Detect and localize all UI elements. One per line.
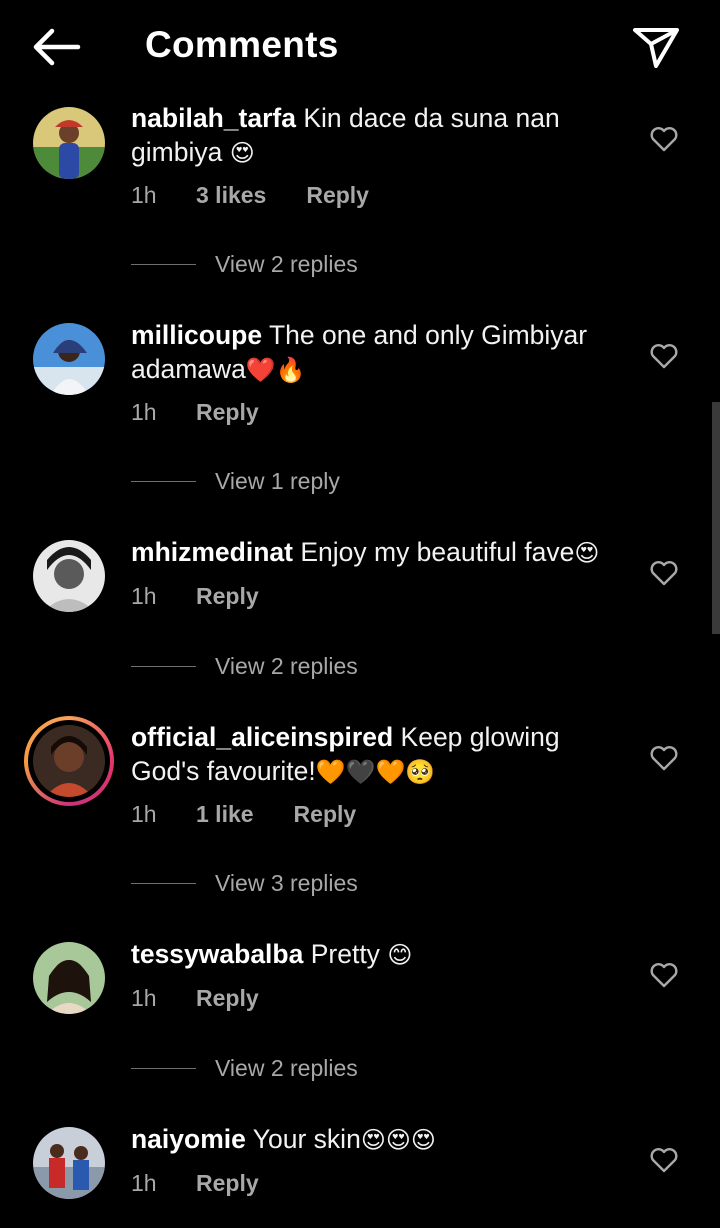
likes-count[interactable]: 1 like bbox=[196, 801, 254, 828]
comment-username[interactable]: naiyomie bbox=[131, 1124, 246, 1154]
emoji: 🧡🖤🧡🥺 bbox=[315, 758, 436, 786]
comment-time: 1h bbox=[131, 182, 157, 208]
comment-meta: 1h 1 like Reply bbox=[131, 801, 356, 828]
emoji: 😍 bbox=[229, 139, 255, 167]
header-bar: Comments bbox=[0, 0, 720, 92]
heart-icon[interactable] bbox=[650, 126, 678, 152]
comment-time: 1h bbox=[131, 1170, 157, 1196]
reply-button[interactable]: Reply bbox=[196, 1170, 259, 1197]
comment-body-continued: God's favourite! bbox=[131, 756, 316, 786]
comment-username[interactable]: tessywabalba bbox=[131, 939, 303, 969]
reply-button[interactable]: Reply bbox=[196, 583, 259, 610]
emoji: 😊 bbox=[387, 941, 413, 969]
view-replies-button[interactable]: View 2 replies bbox=[131, 653, 358, 680]
comment-text: naiyomie Your skin😍😍😍 bbox=[131, 1122, 631, 1157]
view-replies-label: View 2 replies bbox=[215, 1055, 358, 1081]
view-replies-button[interactable]: View 2 replies bbox=[131, 251, 358, 278]
comment-time: 1h bbox=[131, 399, 157, 425]
comment-text: tessywabalba Pretty 😊 bbox=[131, 937, 631, 972]
divider bbox=[131, 481, 196, 482]
likes-count[interactable]: 3 likes bbox=[196, 182, 266, 209]
comment-text: official_aliceinspired Keep glowing God'… bbox=[131, 720, 631, 789]
comment-username[interactable]: mhizmedinat bbox=[131, 537, 293, 567]
comment-body: Kin dace da suna nan bbox=[303, 103, 560, 133]
emoji: ❤️🔥 bbox=[245, 356, 306, 384]
reply-button[interactable]: Reply bbox=[196, 399, 259, 426]
arrow-left-icon[interactable] bbox=[30, 26, 82, 68]
view-replies-label: View 3 replies bbox=[215, 870, 358, 896]
avatar[interactable] bbox=[33, 107, 105, 179]
avatar[interactable] bbox=[33, 942, 105, 1014]
comment-text: nabilah_tarfa Kin dace da suna nan gimbi… bbox=[131, 101, 631, 170]
comment-time: 1h bbox=[131, 801, 157, 827]
divider bbox=[131, 264, 196, 265]
comment-meta: 1h Reply bbox=[131, 583, 259, 610]
comment-body: Your skin bbox=[252, 1124, 361, 1154]
view-replies-label: View 2 replies bbox=[215, 653, 358, 679]
heart-icon[interactable] bbox=[650, 1147, 678, 1173]
comment-body: The one and only Gimbiyar bbox=[268, 320, 588, 350]
comment-body-continued: adamawa bbox=[131, 354, 246, 384]
comment-username[interactable]: millicoupe bbox=[131, 320, 262, 350]
emoji: 😍 bbox=[574, 539, 600, 567]
heart-icon[interactable] bbox=[650, 745, 678, 771]
comment-text: mhizmedinat Enjoy my beautiful fave😍 bbox=[131, 535, 631, 570]
avatar bbox=[28, 720, 110, 802]
comment-text: millicoupe The one and only Gimbiyar ada… bbox=[131, 318, 631, 387]
view-replies-button[interactable]: View 1 reply bbox=[131, 468, 340, 495]
avatar-story-ring[interactable] bbox=[24, 716, 114, 806]
comment-body-continued: gimbiya bbox=[131, 137, 223, 167]
paper-plane-icon[interactable] bbox=[630, 24, 682, 70]
comment-meta: 1h Reply bbox=[131, 399, 259, 426]
avatar[interactable] bbox=[33, 540, 105, 612]
comment-username[interactable]: official_aliceinspired bbox=[131, 722, 393, 752]
heart-icon[interactable] bbox=[650, 343, 678, 369]
view-replies-button[interactable]: View 3 replies bbox=[131, 870, 358, 897]
view-replies-label: View 1 reply bbox=[215, 468, 340, 494]
comment-time: 1h bbox=[131, 985, 157, 1011]
comment-meta: 1h Reply bbox=[131, 985, 259, 1012]
comment-time: 1h bbox=[131, 583, 157, 609]
comment-body: Keep glowing bbox=[400, 722, 560, 752]
divider bbox=[131, 883, 196, 884]
reply-button[interactable]: Reply bbox=[294, 801, 357, 828]
scrollbar[interactable] bbox=[712, 402, 720, 634]
page-title: Comments bbox=[145, 24, 339, 65]
comment-body: Pretty bbox=[310, 939, 380, 969]
comment-body: Enjoy my beautiful fave bbox=[300, 537, 575, 567]
avatar[interactable] bbox=[33, 323, 105, 395]
reply-button[interactable]: Reply bbox=[306, 182, 369, 209]
avatar[interactable] bbox=[33, 1127, 105, 1199]
divider bbox=[131, 666, 196, 667]
emoji: 😍😍😍 bbox=[360, 1126, 436, 1154]
comment-meta: 1h Reply bbox=[131, 1170, 259, 1197]
comment-username[interactable]: nabilah_tarfa bbox=[131, 103, 296, 133]
view-replies-label: View 2 replies bbox=[215, 251, 358, 277]
heart-icon[interactable] bbox=[650, 560, 678, 586]
comment-meta: 1h 3 likes Reply bbox=[131, 182, 369, 209]
view-replies-button[interactable]: View 2 replies bbox=[131, 1055, 358, 1082]
heart-icon[interactable] bbox=[650, 962, 678, 988]
reply-button[interactable]: Reply bbox=[196, 985, 259, 1012]
divider bbox=[131, 1068, 196, 1069]
